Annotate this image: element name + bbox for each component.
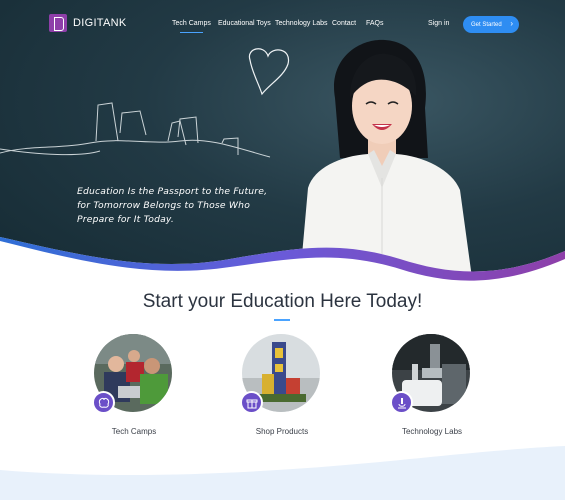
nav-link-educational-toys[interactable]: Educational Toys	[218, 20, 271, 27]
tagline-line: Education Is the Passport to the Future,	[77, 186, 268, 197]
hero-tagline: Education Is the Passport to the Future,…	[77, 185, 287, 227]
microscope-icon	[390, 391, 413, 414]
get-started-label: Get Started	[471, 21, 502, 28]
footer-wave	[0, 446, 565, 500]
top-navigation: DIGITANK Tech Camps Educational Toys Tec…	[0, 0, 565, 48]
sign-in-link[interactable]: Sign in	[428, 20, 449, 27]
nav-link-faqs[interactable]: FAQs	[366, 20, 384, 27]
logo-icon	[49, 14, 67, 32]
tagline-line: for Tomorrow Belongs to Those Who	[77, 200, 251, 211]
gift-box-icon	[240, 391, 263, 414]
nav-link-tech-camps[interactable]: Tech Camps	[172, 20, 211, 33]
section-title: Start your Education Here Today!	[142, 291, 423, 312]
card-label: Technology Labs	[401, 427, 463, 436]
nav-link-technology-labs[interactable]: Technology Labs	[275, 20, 328, 27]
chevron-right-icon: ›	[510, 19, 513, 28]
nav-link-contact[interactable]: Contact	[332, 20, 356, 27]
get-started-button[interactable]: Get Started ›	[463, 16, 519, 33]
card-label: Shop Products	[255, 427, 309, 436]
brain-icon	[92, 391, 115, 414]
card-label: Tech Camps	[111, 427, 157, 436]
title-underline	[274, 319, 290, 321]
brand-name: DIGITANK	[73, 17, 127, 29]
brand-logo[interactable]: DIGITANK	[49, 14, 127, 32]
